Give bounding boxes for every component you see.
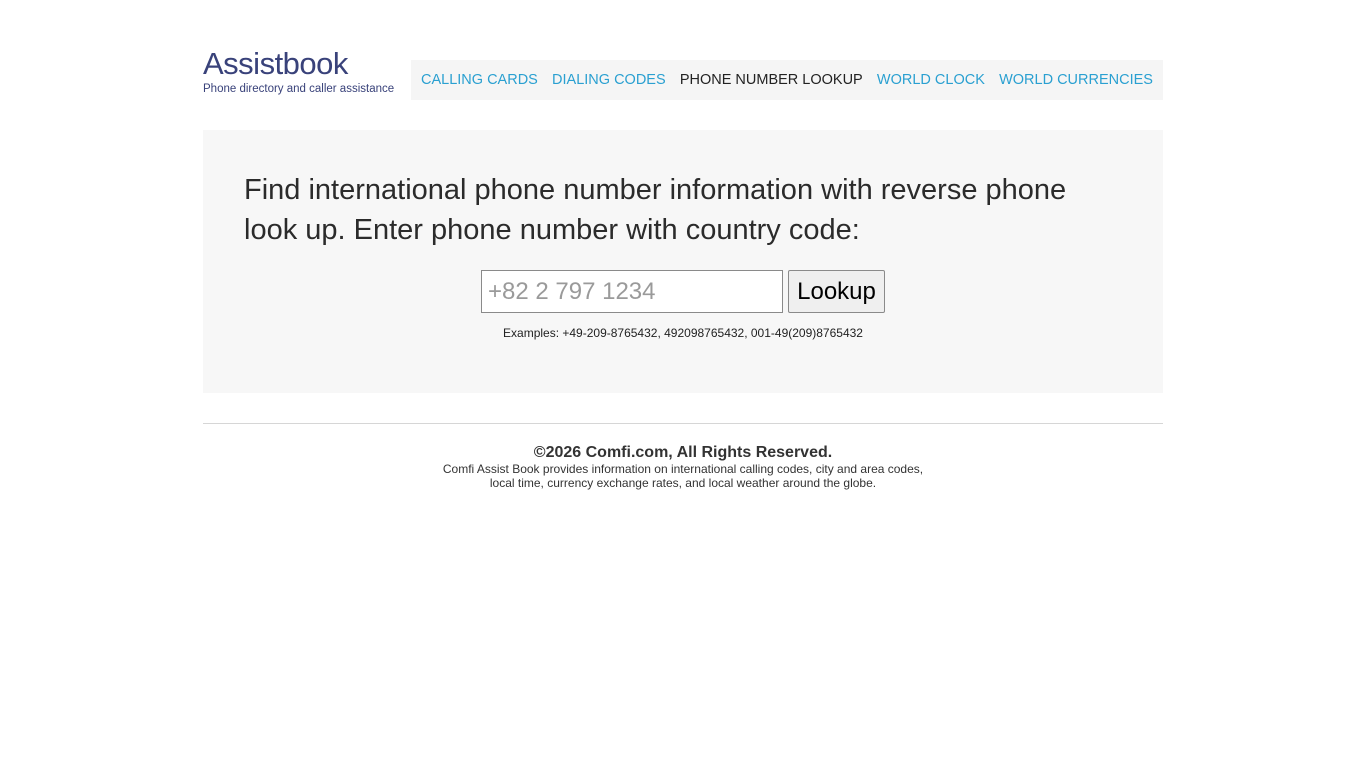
nav-world-currencies[interactable]: WORLD CURRENCIES [999, 72, 1153, 88]
phone-number-input[interactable] [481, 270, 783, 313]
copyright-text: ©2026 Comfi.com, All Rights Reserved. [533, 444, 833, 461]
site-header: Assistbook Phone directory and caller as… [203, 46, 1163, 104]
footer-description-line-1: Comfi Assist Book provides information o… [442, 462, 924, 476]
page-headline: Find international phone number informat… [244, 174, 1067, 246]
lookup-button[interactable]: Lookup [788, 270, 885, 313]
footer-description-line-2: local time, currency exchange rates, and… [489, 476, 877, 490]
logo-title: Assistbook [203, 46, 348, 81]
main-nav: CALLING CARDS DIALING CODES PHONE NUMBER… [411, 60, 1163, 100]
nav-phone-number-lookup[interactable]: PHONE NUMBER LOOKUP [680, 72, 863, 88]
footer-divider [203, 423, 1163, 424]
nav-calling-cards[interactable]: CALLING CARDS [421, 72, 538, 88]
site-footer: ©2026 Comfi.com, All Rights Reserved. Co… [203, 444, 1163, 490]
nav-world-clock[interactable]: WORLD CLOCK [877, 72, 985, 88]
lookup-form: Lookup [481, 270, 885, 313]
site-logo[interactable]: Assistbook Phone directory and caller as… [203, 46, 398, 100]
lookup-panel: Find international phone number informat… [203, 130, 1163, 393]
logo-subtitle: Phone directory and caller assistance [203, 83, 395, 95]
examples-text: Examples: +49-209-8765432, 492098765432,… [503, 326, 863, 340]
nav-dialing-codes[interactable]: DIALING CODES [552, 72, 666, 88]
